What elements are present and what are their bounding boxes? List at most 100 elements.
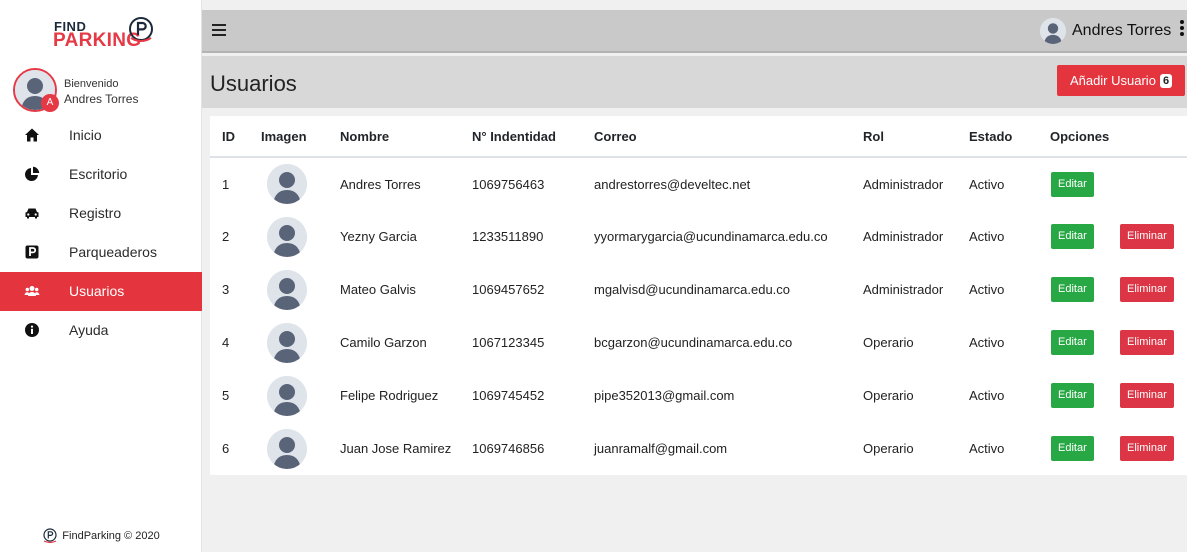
cell-identidad: 1069756463 <box>472 176 545 192</box>
avatar-badge: A <box>41 94 59 112</box>
edit-button[interactable]: Editar <box>1051 277 1094 302</box>
column-header-imagen: Imagen <box>261 116 340 158</box>
table-row: 1 Andres Torres 1069756463 andrestorres@dev… <box>210 157 1187 210</box>
table-header-row: ID Imagen Nombre N° Indentidad Correo Ro… <box>210 116 1187 158</box>
column-header-identidad: N° Indentidad <box>472 116 594 158</box>
cell-estado: Activo <box>969 388 1005 403</box>
column-header-rol: Rol <box>863 116 969 158</box>
top-user-menu[interactable]: Andres Torres <box>1040 17 1171 45</box>
sidebar-item-label: Ayuda <box>69 322 109 338</box>
edit-button[interactable]: Editar <box>1051 383 1094 408</box>
parking-pin-icon <box>129 17 153 42</box>
users-icon <box>24 286 40 296</box>
cell-nombre: Yezny Garcia <box>340 229 417 244</box>
table-row: 4 Camilo Garzon 1067123345 bcgarzon@ucundin… <box>210 316 1187 369</box>
top-navbar: Andres Torres <box>202 10 1187 53</box>
cell-correo: yyormarygarcia@ucundinamarca.edu.co <box>594 229 828 244</box>
avatar <box>267 322 307 363</box>
cell-nombre: Mateo Galvis <box>340 282 416 297</box>
users-table: ID Imagen Nombre N° Indentidad Correo Ro… <box>210 116 1187 475</box>
menu-toggle-icon[interactable] <box>212 24 226 36</box>
findparking-logo[interactable]: FIND PARKING <box>53 14 163 54</box>
cell-correo: andrestorres@develtec.net <box>594 176 751 192</box>
user-silhouette-icon <box>267 375 307 416</box>
delete-button[interactable]: Eliminar <box>1120 383 1174 408</box>
parking-pin-icon <box>43 528 57 544</box>
table-row: 5 Felipe Rodriguez 1069745452 pipe352013@gm… <box>210 369 1187 422</box>
avatar <box>267 375 307 416</box>
cell-identidad: 1069746856 <box>472 441 545 456</box>
home-icon <box>25 128 39 142</box>
cell-rol: Operario <box>863 441 914 456</box>
cell-correo: juanramalf@gmail.com <box>594 441 728 456</box>
delete-button[interactable]: Eliminar <box>1120 224 1174 249</box>
avatar <box>267 428 307 469</box>
edit-button[interactable]: Editar <box>1051 224 1094 249</box>
edit-button[interactable]: Editar <box>1051 436 1094 461</box>
delete-button[interactable]: Eliminar <box>1120 277 1174 302</box>
cell-estado: Activo <box>969 229 1005 244</box>
cell-rol: Administrador <box>863 282 944 297</box>
cell-correo: mgalvisd@ucundinamarca.edu.co <box>594 282 791 297</box>
cell-opciones: Editar Eliminar <box>1050 369 1187 422</box>
cell-estado: Activo <box>969 335 1005 350</box>
info-icon <box>25 323 39 337</box>
cell-id: 4 <box>222 335 230 350</box>
app-root: FIND PARKING A Bienvenido Andres Torres <box>0 0 1187 552</box>
cell-imagen <box>261 422 340 475</box>
cell-id: 3 <box>222 282 230 297</box>
cell-id: 5 <box>222 388 230 403</box>
cell-nombre: Felipe Rodriguez <box>340 388 439 403</box>
cell-imagen <box>261 157 340 210</box>
sidebar-item-ayuda[interactable]: Ayuda <box>0 311 202 350</box>
sidebar-item-escritorio[interactable]: Escritorio <box>0 155 202 194</box>
sidebar-footer: FindParking © 2020 <box>0 528 202 544</box>
delete-button[interactable]: Eliminar <box>1120 436 1174 461</box>
page-header: Usuarios Añadir Usuario 6 <box>202 56 1187 108</box>
edit-button[interactable]: Editar <box>1051 171 1094 197</box>
cell-nombre: Andres Torres <box>340 176 421 192</box>
cell-id: 2 <box>222 229 230 244</box>
user-silhouette-icon <box>267 216 307 257</box>
avatar <box>1040 18 1066 44</box>
column-header-nombre: Nombre <box>340 116 472 158</box>
cell-identidad: 1069457652 <box>472 282 545 297</box>
sidebar-item-parqueaderos[interactable]: Parqueaderos <box>0 233 202 272</box>
user-silhouette-icon <box>267 322 307 363</box>
add-user-button-label: Añadir Usuario <box>1069 73 1156 88</box>
sidebar-item-inicio[interactable]: Inicio <box>0 116 202 155</box>
sidebar-item-registro[interactable]: Registro <box>0 194 202 233</box>
chart-pie-icon <box>25 166 40 181</box>
avatar <box>267 269 307 310</box>
edit-button[interactable]: Editar <box>1051 330 1094 355</box>
page-title: Usuarios <box>210 71 297 96</box>
parking-icon <box>25 245 39 259</box>
sidebar: FIND PARKING A Bienvenido Andres Torres <box>0 0 202 552</box>
user-silhouette-icon <box>267 269 307 310</box>
more-options-icon[interactable] <box>1180 20 1184 36</box>
sidebar-item-label: Parqueaderos <box>69 244 157 260</box>
cell-identidad: 1069745452 <box>472 388 545 403</box>
table-row: 3 Mateo Galvis 1069457652 mgalvisd@ucundina… <box>210 263 1187 316</box>
cell-rol: Administrador <box>863 229 944 244</box>
delete-button[interactable]: Eliminar <box>1120 330 1174 355</box>
column-header-correo: Correo <box>594 116 863 158</box>
sidebar-nav: Inicio Escritorio Registro Parqueaderos … <box>0 116 202 350</box>
cell-nombre: Camilo Garzon <box>340 335 427 350</box>
cell-estado: Activo <box>969 282 1005 297</box>
avatar <box>267 164 307 204</box>
sidebar-user-name: Andres Torres <box>64 92 139 106</box>
cell-opciones: Editar <box>1050 157 1187 210</box>
table-row: 6 Juan Jose Ramirez 1069746856 juanramalf@g… <box>210 422 1187 475</box>
add-user-button[interactable]: Añadir Usuario 6 <box>1057 65 1185 96</box>
user-silhouette-icon <box>1040 18 1066 44</box>
user-silhouette-icon <box>267 428 307 469</box>
welcome-text: Bienvenido <box>64 78 119 90</box>
sidebar-item-usuarios[interactable]: Usuarios <box>0 272 202 311</box>
cell-correo: pipe352013@gmail.com <box>594 388 735 403</box>
table-row: 2 Yezny Garcia 1233511890 yyormarygarcia@uc… <box>210 210 1187 263</box>
cell-imagen <box>261 316 340 369</box>
user-count-badge: 6 <box>1159 73 1173 88</box>
column-header-id: ID <box>210 116 261 158</box>
avatar <box>267 216 307 257</box>
